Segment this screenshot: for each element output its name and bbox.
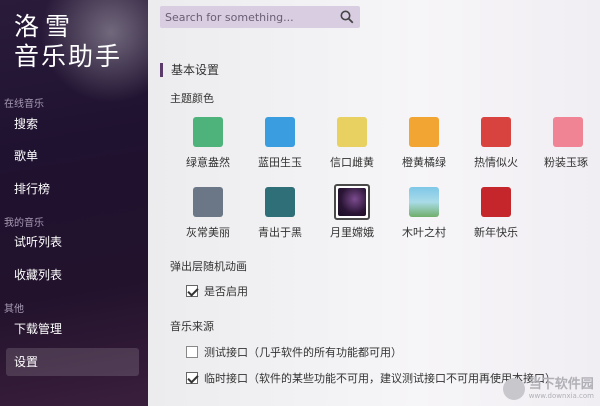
source-test-checkbox[interactable] (186, 346, 198, 358)
logo-line2: 音乐助手 (14, 42, 123, 71)
section-other: 其他 (4, 304, 24, 315)
app-logo: 洛雪 音乐助手 (14, 12, 136, 72)
source-test-row[interactable]: 测试接口（几乎软件的所有功能都可用） (186, 344, 402, 360)
sidebar-item-trial-list[interactable]: 试听列表 (6, 228, 139, 256)
theme-color-label: 主题颜色 (170, 92, 214, 105)
basic-settings-title: 基本设置 (160, 63, 219, 77)
sidebar-item-downloads[interactable]: 下载管理 (6, 315, 139, 343)
logo-line1: 洛雪 (14, 12, 77, 41)
source-temp-checkbox[interactable] (186, 372, 198, 384)
sidebar-item-search[interactable]: 搜索 (6, 110, 139, 138)
search-input[interactable] (160, 6, 330, 28)
watermark: 当下软件园 www.downxia.com (502, 377, 594, 401)
theme-swatch-blue[interactable] (265, 117, 295, 147)
watermark-logo-icon (502, 378, 525, 400)
section-online-music: 在线音乐 (4, 99, 44, 110)
theme-name: 青出于黑 (258, 226, 302, 239)
popup-anim-label: 弹出层随机动画 (170, 260, 247, 273)
sidebar-item-charts[interactable]: 排行榜 (6, 175, 139, 203)
moon-theme-thumbnail (338, 188, 366, 216)
theme-name: 蓝田生玉 (258, 156, 302, 169)
theme-name: 橙黄橘绿 (402, 156, 446, 169)
theme-swatch-teal[interactable] (265, 187, 295, 217)
sidebar-item-playlists[interactable]: 歌单 (6, 142, 139, 170)
theme-swatch-gray[interactable] (193, 187, 223, 217)
popup-anim-checkbox-row[interactable]: 是否启用 (186, 283, 248, 299)
popup-anim-checkbox[interactable] (186, 285, 198, 297)
theme-name: 灰常美丽 (186, 226, 230, 239)
sidebar: 洛雪 音乐助手 在线音乐 搜索 歌单 排行榜 我的音乐 试听列表 收藏列表 其他… (0, 0, 148, 406)
sidebar-item-settings[interactable]: 设置 (6, 348, 139, 376)
search-icon[interactable] (340, 10, 354, 24)
theme-name: 热情似火 (474, 156, 518, 169)
music-source-label: 音乐来源 (170, 320, 214, 333)
search-bar (160, 6, 360, 28)
sidebar-item-favorites[interactable]: 收藏列表 (6, 261, 139, 289)
source-temp-row[interactable]: 临时接口（软件的某些功能不可用，建议测试接口不可用再使用本接口） (186, 370, 556, 386)
theme-name: 月里嫦娥 (330, 226, 374, 239)
theme-name: 木叶之村 (402, 226, 446, 239)
theme-name: 绿意盎然 (186, 156, 230, 169)
popup-anim-option: 是否启用 (204, 285, 248, 298)
main-panel: 基本设置 主题颜色 绿意盎然 蓝田生玉 信口雌黄 橙黄橘绿 热情似火 粉装玉琢 … (148, 0, 600, 406)
section-my-music: 我的音乐 (4, 218, 44, 229)
theme-name: 信口雌黄 (330, 156, 374, 169)
theme-swatch-orange[interactable] (409, 117, 439, 147)
source-test-text: 测试接口（几乎软件的所有功能都可用） (204, 346, 402, 359)
theme-swatch-pink[interactable] (553, 117, 583, 147)
watermark-text: 当下软件园 www.downxia.com (528, 377, 594, 401)
theme-swatch-leaf-village[interactable] (409, 187, 439, 217)
theme-swatch-yellow[interactable] (337, 117, 367, 147)
theme-swatch-new-year[interactable] (481, 187, 511, 217)
watermark-subtitle: www.downxia.com (528, 392, 594, 400)
theme-swatch-moon-selected[interactable] (334, 184, 370, 220)
theme-swatch-green[interactable] (193, 117, 223, 147)
watermark-title: 当下软件园 (528, 377, 594, 392)
theme-name: 新年快乐 (474, 226, 518, 239)
theme-name: 粉装玉琢 (544, 156, 588, 169)
theme-swatch-red[interactable] (481, 117, 511, 147)
